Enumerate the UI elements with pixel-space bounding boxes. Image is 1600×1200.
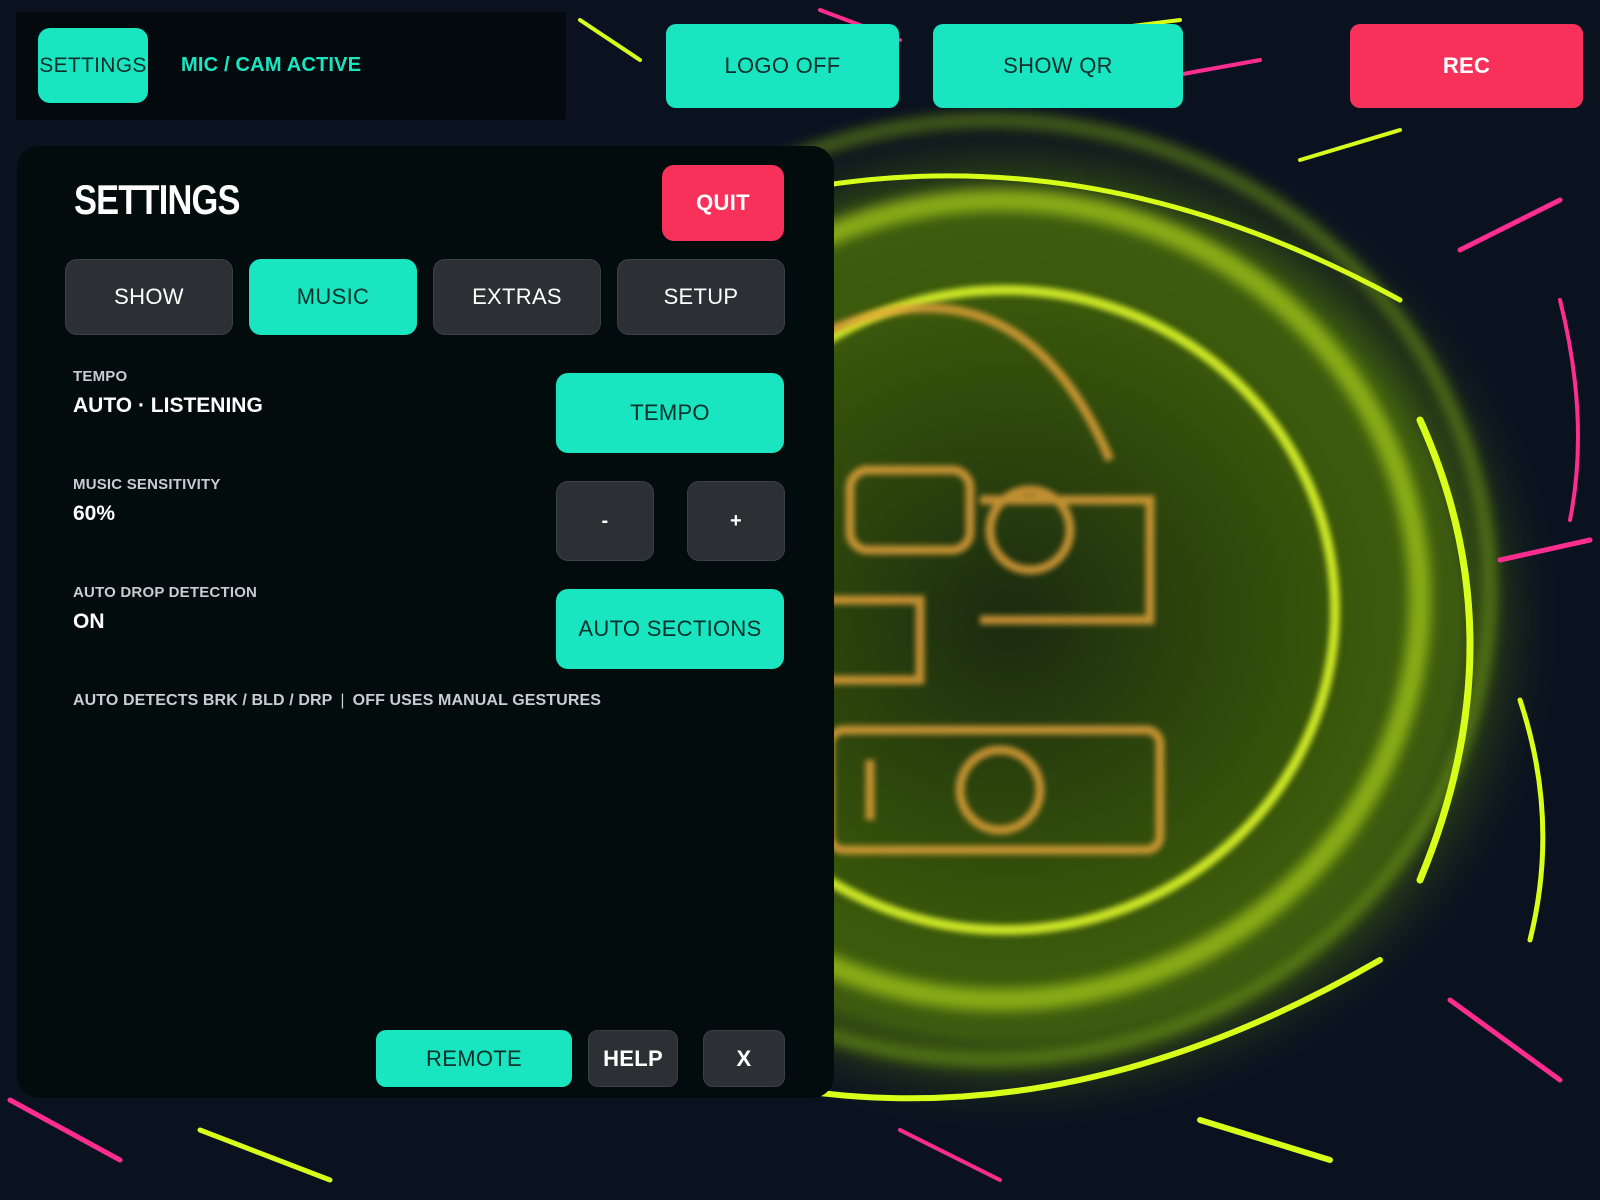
drop-detection-label: AUTO DROP DETECTION (73, 584, 258, 601)
hint-separator: | (340, 692, 345, 709)
hint-auto-text: AUTO DETECTS BRK / BLD / DRP (73, 692, 333, 709)
logo-toggle-button[interactable]: LOGO OFF (666, 24, 899, 108)
sensitivity-label: MUSIC SENSITIVITY (73, 476, 221, 493)
drop-detection-value: ON (73, 610, 105, 633)
remote-button[interactable]: REMOTE (376, 1030, 572, 1087)
quit-button[interactable]: QUIT (662, 165, 784, 241)
sensitivity-value: 60% (73, 502, 116, 525)
show-qr-button[interactable]: SHOW QR (933, 24, 1183, 108)
help-button[interactable]: HELP (588, 1030, 678, 1087)
tab-music[interactable]: MUSIC (249, 259, 417, 335)
tempo-value: AUTO · LISTENING (73, 394, 263, 417)
settings-toggle-button[interactable]: SETTINGS (38, 28, 148, 103)
record-button[interactable]: REC (1350, 24, 1583, 108)
auto-sections-button[interactable]: AUTO SECTIONS (556, 589, 784, 669)
drop-detection-hint: AUTO DETECTS BRK / BLD / DRP | OFF USES MA… (73, 692, 601, 710)
tempo-button[interactable]: TEMPO (556, 373, 784, 453)
mic-cam-status-label: MIC / CAM ACTIVE (181, 54, 362, 76)
sensitivity-decrease-button[interactable]: - (556, 481, 654, 561)
close-panel-button[interactable]: X (703, 1030, 785, 1087)
panel-title: SETTINGS (74, 176, 240, 223)
tab-extras[interactable]: EXTRAS (433, 259, 601, 335)
tab-show[interactable]: SHOW (65, 259, 233, 335)
settings-panel: SETTINGS QUIT SHOW MUSIC EXTRAS SETUP TE… (17, 146, 834, 1098)
tempo-label: TEMPO (73, 368, 128, 385)
sensitivity-increase-button[interactable]: + (687, 481, 785, 561)
tab-setup[interactable]: SETUP (617, 259, 785, 335)
hint-off-text: OFF USES MANUAL GESTURES (352, 692, 602, 709)
